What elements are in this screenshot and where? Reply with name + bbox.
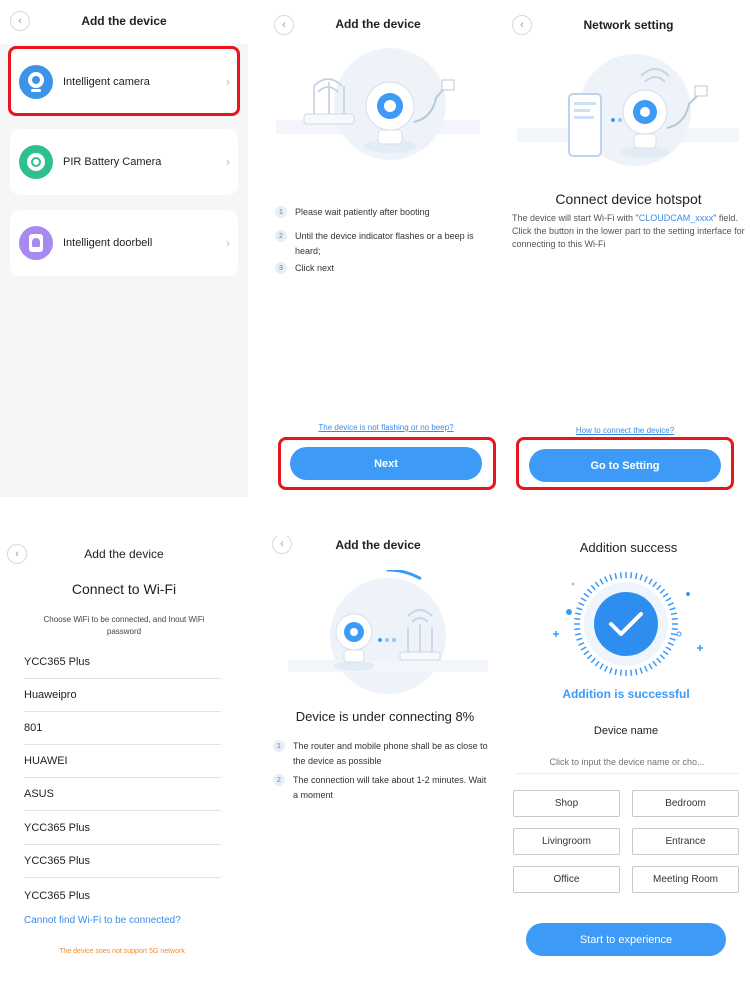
page-title: Add the device <box>335 538 421 552</box>
phone-camera-illustration <box>517 54 739 166</box>
wifi-network-item[interactable]: 801 <box>24 712 221 745</box>
page-title: Network setting <box>583 18 674 32</box>
page-title: Add the device <box>335 17 421 31</box>
wifi-instructions: Choose WiFi to be connected, and Inout W… <box>43 615 205 636</box>
hotspot-description: The device will start Wi-Fi with "CLOUDC… <box>512 213 745 249</box>
device-type-label: PIR Battery Camera <box>63 156 162 168</box>
wifi-network-item[interactable]: YCC365 Plus <box>24 812 221 845</box>
chevron-right-icon: › <box>226 236 230 250</box>
device-type-label: Intelligent doorbell <box>63 237 153 249</box>
device-type-pir-battery-camera[interactable]: PIR Battery Camera › <box>10 129 238 195</box>
device-name-label: Device name <box>593 725 659 737</box>
section-heading: Connect device hotspot <box>555 191 702 207</box>
wifi-network-item[interactable]: ASUS <box>24 778 221 811</box>
5g-warning-note: The device soes not support 5G network <box>59 948 185 955</box>
router-camera-illustration <box>276 48 480 160</box>
highlight-box <box>8 46 240 116</box>
cannot-find-wifi-link[interactable]: Cannot find Wi-Fi to be connected? <box>24 915 181 926</box>
instruction-step: 3 Click next <box>275 261 495 276</box>
room-option-livingroom[interactable]: Livingroom <box>513 828 620 855</box>
panel-boot-device: ‹ Add the device 1 Please wait patiently … <box>258 0 498 497</box>
wifi-network-item[interactable]: YCC365 Plus <box>24 845 221 878</box>
section-heading: Connect to Wi-Fi <box>71 581 177 597</box>
room-option-meeting-room[interactable]: Meeting Room <box>632 866 739 893</box>
highlight-box <box>278 437 496 490</box>
connection-progress-arc <box>386 570 422 580</box>
instruction-step: 2 The connection will take about 1-2 minu… <box>273 773 493 803</box>
instruction-step: 1 The router and mobile phone shall be as… <box>273 739 493 769</box>
instruction-step: 2 Until the device indicator flashes or a… <box>275 229 495 259</box>
panel-connect-wifi: ‹ Add the device Connect to Wi-Fi Choose… <box>0 536 248 1000</box>
page-title: Add the device <box>84 547 164 561</box>
wifi-network-item[interactable]: Huaweipro <box>24 679 221 712</box>
room-option-office[interactable]: Office <box>513 866 620 893</box>
panel-device-type: ‹ Add the device Intelligent camera › PI… <box>0 0 248 497</box>
device-name-input[interactable] <box>515 750 739 774</box>
room-option-entrance[interactable]: Entrance <box>632 828 739 855</box>
doorbell-icon <box>19 226 53 260</box>
device-type-intelligent-doorbell[interactable]: Intelligent doorbell › <box>10 210 238 276</box>
page-title: Add the device <box>81 14 167 28</box>
highlight-box <box>516 437 734 490</box>
chevron-right-icon: › <box>226 155 230 169</box>
start-to-experience-button[interactable]: Start to experience <box>526 923 726 956</box>
success-check-icon <box>553 572 703 676</box>
device-not-flashing-link[interactable]: The device is not flashing or no beep? <box>258 423 498 432</box>
room-option-shop[interactable]: Shop <box>513 790 620 817</box>
battery-camera-icon <box>19 145 53 179</box>
panel-connecting: ‹ Add the device Device is under connect… <box>258 536 498 1000</box>
panel-network-setting: ‹ Network setting Connect device hotspot… <box>507 0 750 497</box>
success-message: Addition is successful <box>562 687 690 701</box>
connection-status: Device is under connecting 8% <box>295 709 475 724</box>
hotspot-ssid: CLOUDCAM_xxxx <box>638 213 714 223</box>
how-to-connect-link[interactable]: How to connect the device? <box>507 426 743 435</box>
panel-addition-success: Addition success Addition is successful … <box>507 536 750 1000</box>
page-title: Addition success <box>579 540 678 555</box>
instruction-step: 1 Please wait patiently after booting <box>275 205 495 220</box>
wifi-network-item[interactable]: HUAWEI <box>24 745 221 778</box>
wifi-network-item[interactable]: YCC365 Plus <box>24 879 221 912</box>
room-option-bedroom[interactable]: Bedroom <box>632 790 739 817</box>
wifi-network-item[interactable]: YCC365 Plus <box>24 646 221 679</box>
connecting-illustration <box>288 570 488 694</box>
